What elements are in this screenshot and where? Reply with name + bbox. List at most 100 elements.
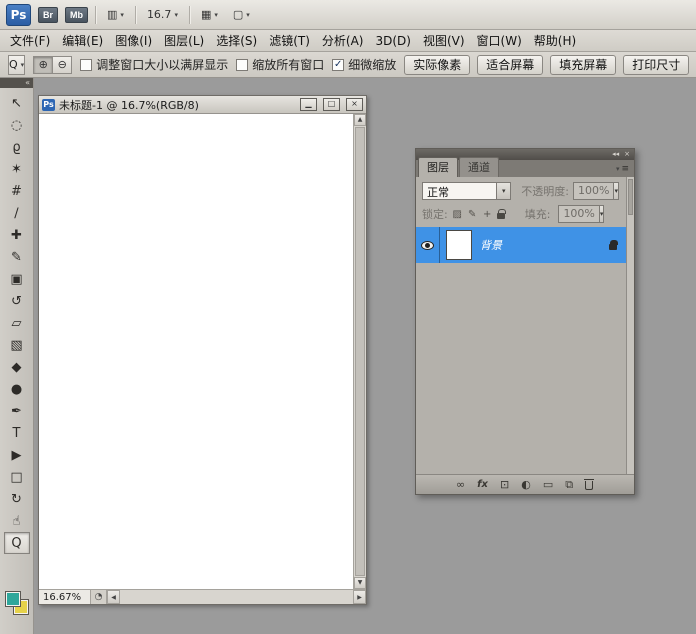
vertical-scrollbar[interactable]: ▲ ▼ [353,114,366,589]
menu-edit[interactable]: 编辑(E) [56,29,109,52]
lock-label: 锁定: [422,206,448,222]
resize-windows-checkbox[interactable]: 调整窗口大小以满屏显示 [80,56,228,73]
menu-filter[interactable]: 滤镜(T) [263,29,316,52]
tool-palette: « ↖ ◌ ϱ ✶ # ∕ ✚ ✎ ▣ ↺ ▱ ▧ ◆ ● ✒ T ▶ □ ↻ … [0,78,34,634]
lock-transparency-icon[interactable]: ▨ [452,209,463,220]
photoshop-window: Ps Br Mb ▥ ▾ 16.7 ▾ ▦ ▾ ▢ ▾ 文件(F) 编辑(E) … [0,0,696,634]
zoom-all-windows-checkbox[interactable]: 缩放所有窗口 [236,56,324,73]
document-titlebar[interactable]: Ps 未标题-1 @ 16.7%(RGB/8) ▁ □ × [39,96,366,114]
tool-shape[interactable]: □ [4,466,30,488]
tool-blur[interactable]: ◆ [4,356,30,378]
scroll-up-icon[interactable]: ▲ [354,114,366,126]
tool-dodge[interactable]: ● [4,378,30,400]
zoom-out-button[interactable]: ⊖ [52,56,72,74]
scroll-right-icon[interactable]: ▶ [353,590,366,604]
tool-path-select[interactable]: ▶ [4,444,30,466]
launch-minibridge-button[interactable]: Mb [65,7,88,23]
toolbar-separator [135,6,136,24]
horizontal-scrollbar[interactable]: ◀ ▶ [107,590,366,604]
menu-help[interactable]: 帮助(H) [528,29,582,52]
view-extras-icon: ▥ [107,8,117,21]
menu-layer[interactable]: 图层(L) [158,29,210,52]
menu-window[interactable]: 窗口(W) [471,29,528,52]
layer-mask-icon[interactable]: ⊡ [500,475,509,495]
launch-bridge-button[interactable]: Br [38,7,58,23]
tool-history-brush[interactable]: ↺ [4,290,30,312]
panel-scrollbar[interactable] [626,177,634,474]
foreground-color-swatch[interactable] [6,592,20,606]
canvas[interactable] [39,114,353,589]
tool-hand[interactable]: ☝ [4,510,30,532]
arrange-documents-icon: ▦ [201,8,211,21]
tool-marquee[interactable]: ◌ [4,114,30,136]
scroll-down-icon[interactable]: ▼ [354,577,366,589]
menu-image[interactable]: 图像(I) [109,29,158,52]
screen-mode-icon: ▢ [233,8,243,21]
panel-menu-icon: ≡ [621,164,629,174]
lock-position-icon[interactable]: + [482,209,493,220]
zoom-tool-icon: Q [9,58,18,71]
menu-analysis[interactable]: 分析(A) [316,29,370,52]
layer-name[interactable]: 背景 [480,237,609,253]
lock-all-icon[interactable] [497,213,505,219]
fit-screen-button[interactable]: 适合屏幕 [477,55,543,75]
actual-pixels-button[interactable]: 实际像素 [404,55,470,75]
tool-3d-rotate[interactable]: ↻ [4,488,30,510]
application-bar: Ps Br Mb ▥ ▾ 16.7 ▾ ▦ ▾ ▢ ▾ [0,0,696,30]
tool-lasso[interactable]: ϱ [4,136,30,158]
minimize-button[interactable]: ▁ [300,98,317,111]
layer-visibility-toggle[interactable] [416,227,440,263]
new-layer-icon[interactable]: ⧉ [565,475,573,495]
fill-dropdown[interactable]: 100% ▾ [558,205,604,223]
tool-preset-picker[interactable]: Q ▾ [8,55,25,75]
tab-layers[interactable]: 图层 [418,157,458,177]
tool-pen[interactable]: ✒ [4,400,30,422]
fill-screen-button[interactable]: 填充屏幕 [550,55,616,75]
panel-menu-button[interactable]: ▾ ≡ [616,164,629,174]
menu-view[interactable]: 视图(V) [417,29,471,52]
menu-3d[interactable]: 3D(D) [369,31,416,51]
print-size-button[interactable]: 打印尺寸 [623,55,689,75]
tool-type[interactable]: T [4,422,30,444]
tool-crop[interactable]: # [4,180,30,202]
new-group-icon[interactable]: ▭ [543,475,553,495]
maximize-button[interactable]: □ [323,98,340,111]
screen-mode-dropdown[interactable]: ▢ ▾ [229,6,254,23]
tool-clone-stamp[interactable]: ▣ [4,268,30,290]
tool-list: ↖ ◌ ϱ ✶ # ∕ ✚ ✎ ▣ ↺ ▱ ▧ ◆ ● ✒ T ▶ □ ↻ ☝ … [0,88,33,554]
tool-zoom[interactable]: Q [4,532,30,554]
layer-style-icon[interactable]: fx [477,475,488,495]
delete-layer-icon[interactable] [585,481,593,490]
status-info-button[interactable]: ◔ [91,590,107,604]
panel-collapse-icon[interactable]: ◂◂ [612,149,619,160]
scrubby-zoom-checkbox[interactable]: ✓ 细微缩放 [332,56,396,73]
tool-healing-brush[interactable]: ✚ [4,224,30,246]
photoshop-logo[interactable]: Ps [6,4,31,26]
zoom-in-button[interactable]: ⊕ [33,56,53,74]
tab-channels[interactable]: 通道 [459,157,499,177]
close-button[interactable]: × [346,98,363,111]
arrange-documents-dropdown[interactable]: ▦ ▾ [197,6,222,23]
tool-quick-select[interactable]: ✶ [4,158,30,180]
zoom-level-dropdown[interactable]: 16.7 ▾ [143,6,182,23]
tool-gradient[interactable]: ▧ [4,334,30,356]
adjustment-layer-icon[interactable]: ◐ [521,475,531,495]
scroll-left-icon[interactable]: ◀ [107,590,120,604]
tool-eyedropper[interactable]: ∕ [4,202,30,224]
blend-mode-dropdown[interactable]: 正常 ▾ [422,182,511,200]
panel-close-icon[interactable]: × [624,149,630,160]
menu-select[interactable]: 选择(S) [210,29,263,52]
vertical-scroll-thumb[interactable] [355,127,365,576]
opacity-dropdown[interactable]: 100% ▾ [573,182,619,200]
toolbar-collapse-handle[interactable]: « [0,78,33,88]
tool-brush[interactable]: ✎ [4,246,30,268]
view-extras-dropdown[interactable]: ▥ ▾ [103,6,128,23]
layer-thumbnail[interactable] [446,230,472,260]
lock-pixels-icon[interactable]: ✎ [467,209,478,220]
link-layers-icon[interactable]: ∞ [456,475,465,495]
layer-row-background[interactable]: 背景 [416,227,626,263]
tool-move[interactable]: ↖ [4,92,30,114]
menu-file[interactable]: 文件(F) [4,29,56,52]
tool-eraser[interactable]: ▱ [4,312,30,334]
zoom-percentage-field[interactable]: 16.67% [39,590,91,604]
